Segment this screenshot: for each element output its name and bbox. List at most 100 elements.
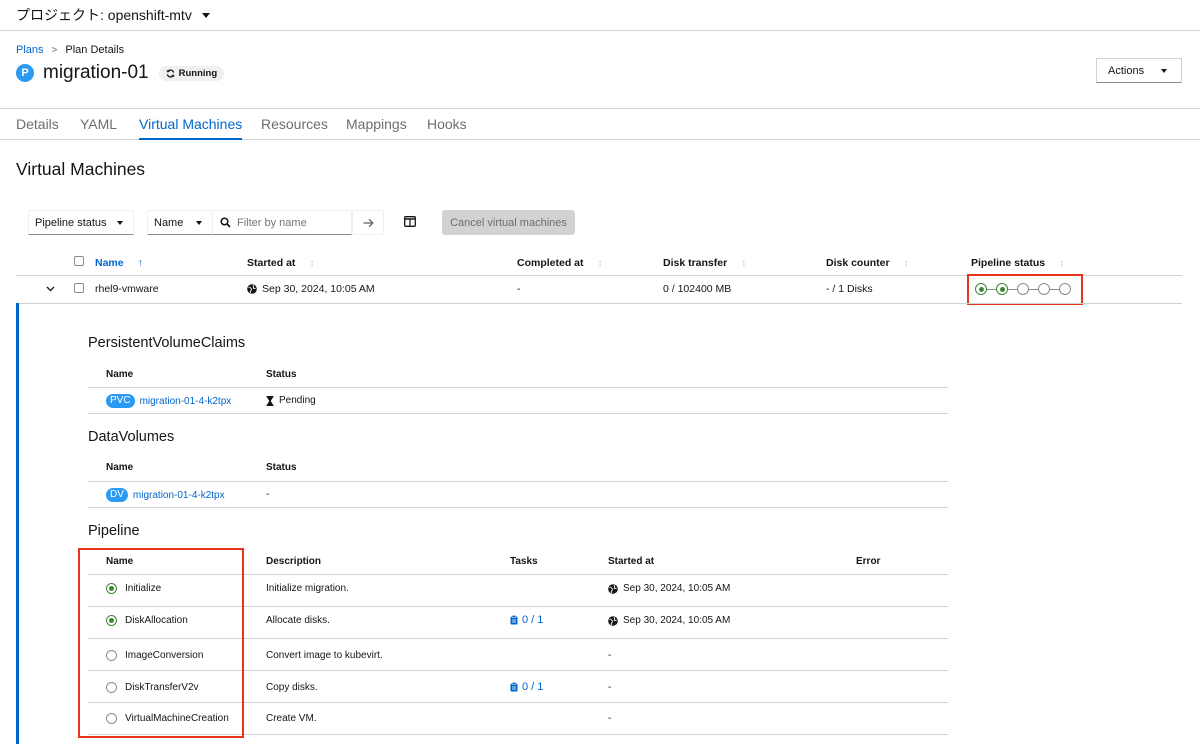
pvc-badge: PVC (106, 394, 135, 408)
globe-icon (608, 615, 618, 626)
divider (88, 507, 948, 508)
pipeline-step-description: Allocate disks. (266, 615, 330, 626)
pvc-name: PVC migration-01-4-k2tpx (106, 394, 231, 408)
pipeline-step-started-text: - (608, 650, 612, 661)
pipeline-step-started-text: - (608, 713, 612, 724)
column-header-pipeline-status[interactable]: Pipeline status ↕ (971, 257, 1064, 269)
name-filter-label: Name (154, 216, 184, 229)
clipboard-icon (510, 682, 518, 692)
breadcrumb-plans-link[interactable]: Plans (16, 44, 44, 56)
globe-icon (608, 583, 618, 594)
status-text: Running (178, 67, 218, 79)
project-selector[interactable]: プロジェクト: openshift-mtv (0, 0, 1200, 31)
pipeline-step-started-text: Sep 30, 2024, 10:05 AM (623, 615, 731, 626)
highlight-box-pipeline-status (967, 274, 1083, 305)
pvc-header-status: Status (266, 369, 297, 380)
globe-icon (247, 284, 257, 294)
pipeline-step-tasks[interactable]: 0 / 1 (510, 681, 543, 693)
sync-icon (166, 68, 175, 78)
actions-label: Actions (1108, 64, 1145, 77)
pipeline-status-filter[interactable]: Pipeline status (28, 210, 134, 235)
dv-link[interactable]: migration-01-4-k2tpx (133, 490, 225, 501)
arrow-right-icon (363, 218, 374, 227)
pvc-link[interactable]: migration-01-4-k2tpx (140, 396, 232, 407)
sort-icon: ↕ (1059, 257, 1065, 269)
clipboard-icon (510, 615, 518, 625)
pipeline-step-started-text: Sep 30, 2024, 10:05 AM (623, 583, 731, 594)
vm-name: rhel9-vmware (95, 283, 159, 295)
select-all-checkbox[interactable] (74, 256, 84, 266)
pipeline-step-description: Initialize migration. (266, 583, 349, 594)
page-header: P migration-01 Running (16, 60, 225, 86)
column-header-name[interactable]: Name ↑ (95, 257, 143, 269)
pvc-section-title: PersistentVolumeClaims (88, 335, 246, 351)
tab-yaml[interactable]: YAML (80, 116, 117, 138)
sort-icon: ↕ (309, 257, 315, 269)
dv-status: - (266, 489, 270, 500)
dv-name: DV migration-01-4-k2tpx (106, 488, 225, 502)
pipeline-step-description: Copy disks. (266, 682, 318, 693)
manage-columns-button[interactable] (404, 214, 416, 232)
columns-icon (404, 216, 416, 227)
row-checkbox[interactable] (74, 283, 84, 293)
divider (88, 387, 948, 388)
pipeline-header-tasks: Tasks (510, 556, 538, 567)
pipeline-step-started-at: - (608, 682, 611, 693)
chevron-down-icon[interactable] (46, 286, 55, 292)
tab-bar: Details YAML Virtual Machines Resources … (0, 108, 1200, 140)
tab-mappings[interactable]: Mappings (346, 116, 407, 138)
caret-down-icon (1161, 69, 1167, 73)
pipeline-step-tasks[interactable]: 0 / 1 (510, 614, 543, 626)
pvc-status: Pending (266, 395, 316, 406)
cancel-virtual-machines-button[interactable]: Cancel virtual machines (442, 210, 575, 235)
column-header-label: Disk transfer (663, 257, 728, 269)
column-header-label: Pipeline status (971, 257, 1046, 269)
column-header-disk-counter[interactable]: Disk counter ↕ (826, 257, 909, 269)
section-title: Virtual Machines (16, 159, 146, 179)
sort-icon: ↕ (597, 257, 603, 269)
pipeline-section-title: Pipeline (88, 523, 140, 539)
plan-resource-badge: P (16, 64, 34, 82)
vm-disk-transfer: 0 / 102400 MB (663, 283, 732, 295)
pipeline-step-description: Convert image to kubevirt. (266, 650, 383, 661)
dv-header-status: Status (266, 462, 297, 473)
tab-hooks[interactable]: Hooks (427, 116, 467, 138)
highlight-box-pipeline-names (78, 548, 244, 738)
actions-dropdown[interactable]: Actions (1096, 58, 1182, 83)
column-header-disk-transfer[interactable]: Disk transfer ↕ (663, 257, 746, 269)
column-header-label: Started at (247, 257, 296, 269)
sort-icon: ↕ (741, 257, 747, 269)
sort-icon: ↕ (903, 257, 909, 269)
pipeline-step-started-text: - (608, 682, 612, 693)
column-header-completed-at[interactable]: Completed at ↕ (517, 257, 603, 269)
pipeline-header-started-at: Started at (608, 556, 655, 567)
caret-down-icon (201, 12, 210, 18)
search-input[interactable] (237, 216, 347, 229)
pipeline-header-description: Description (266, 556, 322, 567)
dv-section-title: DataVolumes (88, 429, 175, 445)
column-header-started-at[interactable]: Started at ↕ (247, 257, 314, 269)
caret-down-icon (117, 221, 123, 225)
divider (16, 303, 1182, 304)
pipeline-step-description: Create VM. (266, 713, 317, 724)
pipeline-step-started-at: - (608, 713, 611, 724)
name-filter-select[interactable]: Name (147, 210, 213, 235)
pvc-status-text: Pending (279, 395, 316, 406)
breadcrumb-separator-icon: > (51, 44, 58, 56)
vm-disk-counter: - / 1 Disks (826, 283, 873, 295)
tab-resources[interactable]: Resources (261, 116, 328, 138)
tab-virtual-machines[interactable]: Virtual Machines (139, 116, 243, 140)
page-title: migration-01 (43, 62, 149, 83)
search-submit-button[interactable] (352, 210, 384, 235)
project-label: プロジェクト: openshift-mtv (16, 7, 192, 23)
column-header-label: Completed at (517, 257, 584, 269)
pipeline-step-started-at: Sep 30, 2024, 10:05 AM (608, 615, 730, 626)
vm-completed-at: - (517, 283, 521, 295)
hourglass-icon (266, 395, 274, 406)
pipeline-header-error: Error (856, 556, 881, 567)
pipeline-status-filter-label: Pipeline status (35, 216, 107, 229)
dv-header-name: Name (106, 462, 134, 473)
divider (88, 413, 948, 414)
pipeline-step-tasks-text: 0 / 1 (522, 681, 544, 693)
tab-details[interactable]: Details (16, 116, 59, 138)
